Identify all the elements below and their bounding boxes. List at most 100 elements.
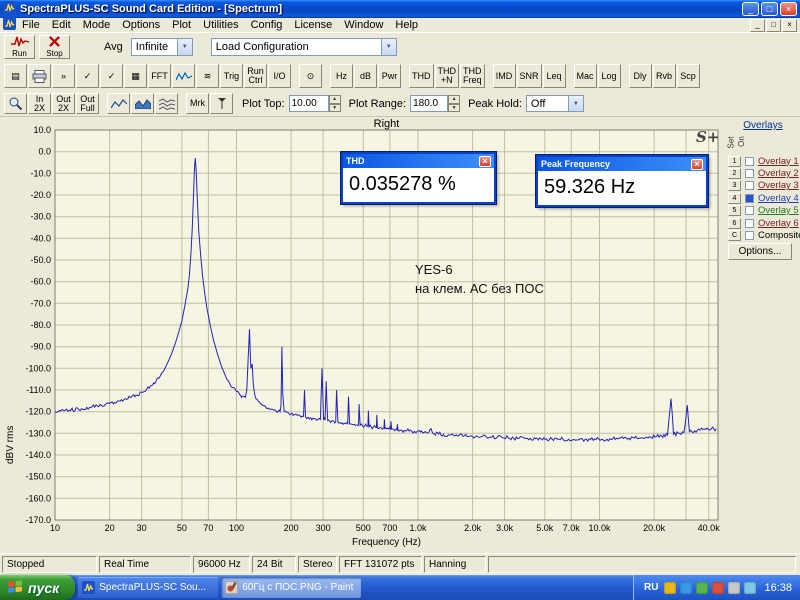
overlay-6-link[interactable]: Overlay 6 — [758, 218, 799, 229]
units-db-button[interactable]: dB — [354, 64, 377, 88]
scope-button[interactable]: Scp — [676, 64, 700, 88]
menu-config[interactable]: Config — [245, 18, 289, 32]
overlay-3-on-checkbox[interactable] — [745, 181, 754, 191]
bargraph-button[interactable]: ▦ — [124, 64, 147, 88]
delay-button[interactable]: Dly — [628, 64, 652, 88]
chevron-down-icon[interactable]: ▼ — [567, 96, 583, 111]
plot-range-spinner[interactable]: ▲ ▼ — [448, 95, 461, 112]
units-hz-button[interactable]: Hz — [330, 64, 353, 88]
plot-top-field[interactable]: 10.00 — [288, 95, 329, 112]
marker-button[interactable]: Mrk — [186, 93, 209, 114]
trigger-button[interactable]: Trig — [220, 64, 243, 88]
overlay-5-set-button[interactable]: 5 — [728, 205, 741, 217]
signal-generator-button[interactable]: ⊙ — [299, 64, 322, 88]
overlay-C-set-button[interactable]: C — [728, 229, 741, 241]
display-icon[interactable] — [744, 581, 757, 594]
accept-right-button[interactable]: ✓ — [100, 64, 123, 88]
macro-button[interactable]: Mac — [573, 64, 597, 88]
avg-select[interactable]: Infinite ▼ — [130, 38, 193, 56]
cursor-marker-button[interactable] — [210, 93, 233, 114]
maximize-button[interactable]: □ — [761, 2, 778, 16]
overlay-5-link[interactable]: Overlay 5 — [758, 205, 799, 216]
units-pwr-button[interactable]: Pwr — [378, 64, 401, 88]
spinner-down-icon[interactable]: ▼ — [448, 103, 461, 112]
close-icon[interactable]: × — [479, 155, 491, 167]
run-control-button[interactable]: Run Ctrl — [244, 64, 267, 88]
spinner-down-icon[interactable]: ▼ — [328, 103, 341, 112]
overlay-2-link[interactable]: Overlay 2 — [758, 168, 799, 179]
mdi-close-button[interactable]: × — [782, 18, 797, 32]
overlay-C-link[interactable]: Composite — [758, 230, 800, 241]
zoom-in-2x-button[interactable]: In 2X — [28, 93, 51, 114]
messenger-icon[interactable] — [728, 581, 741, 594]
zoom-out-full-button[interactable]: Out Full — [76, 93, 99, 114]
menu-license[interactable]: License — [288, 18, 338, 32]
leq-button[interactable]: Leq — [542, 64, 566, 88]
taskbar-item-1[interactable]: SpectraPLUS-SC Sou... — [78, 577, 219, 598]
menu-edit[interactable]: Edit — [46, 18, 77, 32]
overlay-6-on-checkbox[interactable] — [745, 218, 754, 228]
close-button[interactable]: × — [780, 2, 797, 16]
logging-button[interactable]: Log — [597, 64, 621, 88]
print-button[interactable] — [28, 64, 51, 88]
overlay-4-on-checkbox[interactable] — [745, 193, 754, 203]
overlays-header-link[interactable]: Overlays — [726, 120, 800, 131]
update-icon[interactable] — [712, 581, 725, 594]
plot-line-mode-button[interactable] — [107, 93, 130, 114]
overlay-1-set-button[interactable]: 1 — [728, 155, 741, 167]
overlay-C-on-checkbox[interactable] — [745, 230, 754, 240]
fft-settings-button[interactable]: FFT — [148, 64, 171, 88]
plot-waterfall-mode-button[interactable] — [155, 93, 178, 114]
plot-range-field[interactable]: 180.0 — [410, 95, 449, 112]
peak-frequency-titlebar[interactable]: Peak Frequency × — [538, 157, 706, 171]
peak-hold-select[interactable]: Off ▼ — [525, 95, 584, 112]
thd-window-titlebar[interactable]: THD × — [343, 154, 494, 168]
overlay-3-link[interactable]: Overlay 3 — [758, 180, 799, 191]
taskbar-item-2[interactable]: 60Гц с ПОС.PNG - Paint — [221, 577, 362, 598]
menu-mode[interactable]: Mode — [77, 18, 117, 32]
close-icon[interactable]: × — [691, 158, 703, 170]
start-button[interactable]: пуск — [0, 575, 76, 600]
overlay-5-on-checkbox[interactable] — [745, 206, 754, 216]
menu-help[interactable]: Help — [389, 18, 424, 32]
menu-plot[interactable]: Plot — [166, 18, 197, 32]
overlay-3-set-button[interactable]: 3 — [728, 180, 741, 192]
zoom-button[interactable] — [4, 93, 27, 114]
overlay-4-set-button[interactable]: 4 — [728, 192, 741, 204]
minimize-button[interactable]: _ — [742, 2, 759, 16]
run-button[interactable]: Run — [4, 35, 35, 59]
menu-utilities[interactable]: Utilities — [197, 18, 244, 32]
mdi-minimize-button[interactable]: _ — [750, 18, 765, 32]
stop-button[interactable]: Stop — [39, 35, 70, 59]
network-icon[interactable] — [680, 581, 693, 594]
overlay-2-set-button[interactable]: 2 — [728, 167, 741, 179]
menu-file[interactable]: File — [16, 18, 46, 32]
chevron-down-icon[interactable]: ▼ — [380, 39, 396, 55]
overlay-1-on-checkbox[interactable] — [745, 156, 754, 166]
menu-window[interactable]: Window — [338, 18, 389, 32]
properties-button[interactable]: ▤ — [4, 64, 27, 88]
peak-frequency-window[interactable]: Peak Frequency × 59.326 Hz — [535, 154, 709, 208]
imd-button[interactable]: IMD — [492, 64, 516, 88]
language-indicator[interactable]: RU — [644, 582, 658, 593]
thd-button[interactable]: THD — [409, 64, 434, 88]
overlay-6-set-button[interactable]: 6 — [728, 217, 741, 229]
smoothing-button[interactable]: ≋ — [196, 64, 219, 88]
menu-options[interactable]: Options — [116, 18, 166, 32]
spinner-up-icon[interactable]: ▲ — [448, 95, 461, 104]
time-series-button[interactable] — [172, 64, 195, 88]
spinner-up-icon[interactable]: ▲ — [328, 95, 341, 104]
configuration-select[interactable]: Load Configuration ▼ — [210, 38, 397, 56]
thd-n-button[interactable]: THD +N — [434, 64, 459, 88]
mdi-restore-button[interactable]: □ — [766, 18, 781, 32]
snr-button[interactable]: SNR — [516, 64, 542, 88]
replay-button[interactable]: » — [52, 64, 75, 88]
reverb-button[interactable]: Rvb — [652, 64, 676, 88]
overlay-4-link[interactable]: Overlay 4 — [758, 193, 799, 204]
thd-freq-button[interactable]: THD Freq — [460, 64, 485, 88]
plot-top-spinner[interactable]: ▲ ▼ — [328, 95, 341, 112]
io-device-button[interactable]: I/O — [268, 64, 291, 88]
plot-fill-mode-button[interactable] — [131, 93, 154, 114]
overlay-2-on-checkbox[interactable] — [745, 168, 754, 178]
thd-window[interactable]: THD × 0.035278 % — [340, 151, 497, 205]
